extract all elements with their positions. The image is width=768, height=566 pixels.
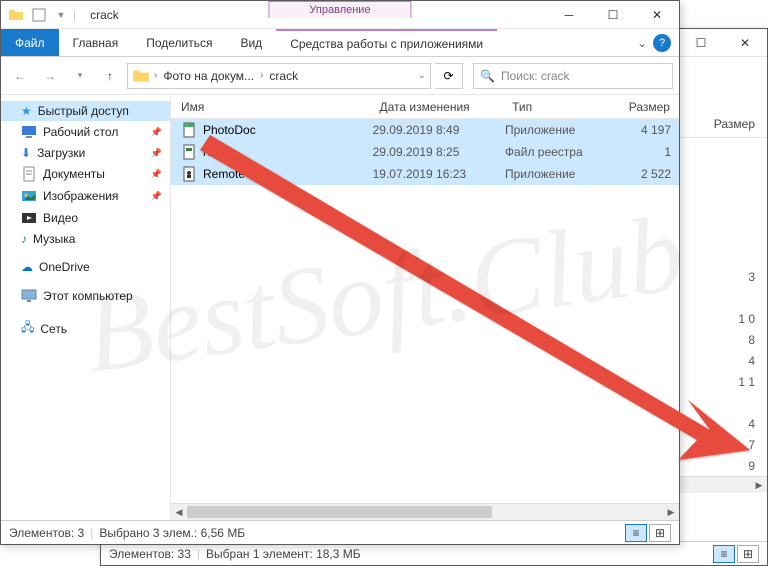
star-icon: ★ <box>21 104 32 118</box>
breadcrumb-seg[interactable]: crack <box>267 69 300 83</box>
status-selection: Выбрано 3 элем.: 6,56 МБ <box>99 526 245 540</box>
address-bar: ← → ▾ ↑ › Фото на докум... › crack ⌄ ⟳ 🔍… <box>1 57 679 95</box>
column-size[interactable]: Размер <box>605 100 679 114</box>
sidebar-network[interactable]: 🖧Сеть <box>1 315 170 342</box>
folder-icon <box>7 6 25 24</box>
close-button[interactable]: ✕ <box>723 29 767 57</box>
window-title: crack <box>90 8 119 22</box>
ribbon-tab-apptools[interactable]: Средства работы с приложениями <box>276 29 497 56</box>
status-count: Элементов: 3 <box>9 526 84 540</box>
contextual-tab-header: Управление <box>268 1 411 18</box>
explorer-window-front: ▼ | crack Управление ─ ☐ ✕ Файл Главная … <box>0 0 680 545</box>
file-row[interactable]: reg29.09.2019 8:25Файл реестра1 <box>171 141 679 163</box>
maximize-button[interactable]: ☐ <box>591 1 635 29</box>
column-headers: Имя Дата изменения Тип Размер <box>171 95 679 119</box>
ribbon-collapse-icon[interactable]: ⌄ <box>637 36 647 50</box>
sidebar-music[interactable]: ♪Музыка <box>1 229 170 249</box>
column-name[interactable]: Имя <box>171 100 372 114</box>
pictures-icon <box>21 188 37 204</box>
sidebar-quick-access[interactable]: ★ Быстрый доступ <box>1 101 170 121</box>
folder-icon <box>132 67 150 85</box>
h-scrollbar[interactable]: ◀▶ <box>171 503 679 520</box>
refresh-button[interactable]: ⟳ <box>435 63 463 89</box>
sidebar-this-pc[interactable]: Этот компьютер <box>1 285 170 307</box>
desktop-icon <box>21 124 37 140</box>
close-button[interactable]: ✕ <box>635 1 679 29</box>
ribbon-tab-share[interactable]: Поделиться <box>132 29 226 56</box>
minimize-button[interactable]: ─ <box>547 1 591 29</box>
nav-forward-button[interactable]: → <box>37 63 63 89</box>
ribbon-tab-view[interactable]: Вид <box>226 29 276 56</box>
nav-history-dropdown[interactable]: ▾ <box>67 63 93 89</box>
nav-back-button[interactable]: ← <box>7 63 33 89</box>
column-date[interactable]: Дата изменения <box>372 100 505 114</box>
search-icon: 🔍 <box>480 69 495 83</box>
sidebar-documents[interactable]: Документы📌 <box>1 163 170 185</box>
pin-icon: 📌 <box>151 169 162 180</box>
cloud-icon: ☁ <box>21 260 33 274</box>
view-icons-button[interactable]: ⊞ <box>737 545 759 563</box>
sidebar-videos[interactable]: Видео <box>1 207 170 229</box>
file-row[interactable]: PhotoDoc29.09.2019 8:49Приложение4 197 <box>171 119 679 141</box>
quick-access-toolbar: ▼ | <box>29 5 76 25</box>
nav-up-button[interactable]: ↑ <box>97 63 123 89</box>
video-icon <box>21 210 37 226</box>
view-details-button[interactable]: ≡ <box>713 545 735 563</box>
maximize-button[interactable]: ☐ <box>679 29 723 57</box>
view-icons-button[interactable]: ⊞ <box>649 524 671 542</box>
qat-dropdown-icon[interactable]: ▼ <box>51 5 71 25</box>
file-row[interactable]: Remote19.07.2019 16:23Приложение2 522 <box>171 163 679 185</box>
breadcrumb-seg[interactable]: Фото на докум... <box>161 69 256 83</box>
pin-icon: 📌 <box>151 191 162 202</box>
column-type[interactable]: Тип <box>504 100 605 114</box>
statusbar: Элементов: 3 | Выбрано 3 элем.: 6,56 МБ … <box>1 520 679 544</box>
status-selection: Выбран 1 элемент: 18,3 МБ <box>206 547 361 561</box>
ribbon: Файл Главная Поделиться Вид Средства раб… <box>1 29 679 57</box>
pin-icon: 📌 <box>151 127 162 138</box>
breadcrumb[interactable]: › Фото на докум... › crack ⌄ <box>127 63 431 89</box>
pin-icon: 📌 <box>151 148 162 159</box>
ribbon-tab-home[interactable]: Главная <box>59 29 133 56</box>
music-icon: ♪ <box>21 232 27 246</box>
ribbon-file-tab[interactable]: Файл <box>1 29 59 56</box>
column-size[interactable]: Размер <box>714 117 755 131</box>
file-list-pane: Имя Дата изменения Тип Размер PhotoDoc29… <box>171 95 679 520</box>
sidebar-desktop[interactable]: Рабочий стол📌 <box>1 121 170 143</box>
download-icon: ⬇ <box>21 146 31 160</box>
status-count: Элементов: 33 <box>109 547 191 561</box>
pc-icon <box>21 288 37 304</box>
sidebar-downloads[interactable]: ⬇Загрузки📌 <box>1 143 170 163</box>
network-icon: 🖧 <box>21 318 34 339</box>
sidebar-onedrive[interactable]: ☁OneDrive <box>1 257 170 277</box>
nav-sidebar: ★ Быстрый доступ Рабочий стол📌 ⬇Загрузки… <box>1 95 171 520</box>
help-icon[interactable]: ? <box>653 34 671 52</box>
search-input[interactable]: 🔍 Поиск: crack <box>473 63 673 89</box>
qat-properties-icon[interactable] <box>29 5 49 25</box>
document-icon <box>21 166 37 182</box>
view-details-button[interactable]: ≡ <box>625 524 647 542</box>
sidebar-pictures[interactable]: Изображения📌 <box>1 185 170 207</box>
titlebar: ▼ | crack Управление ─ ☐ ✕ <box>1 1 679 29</box>
